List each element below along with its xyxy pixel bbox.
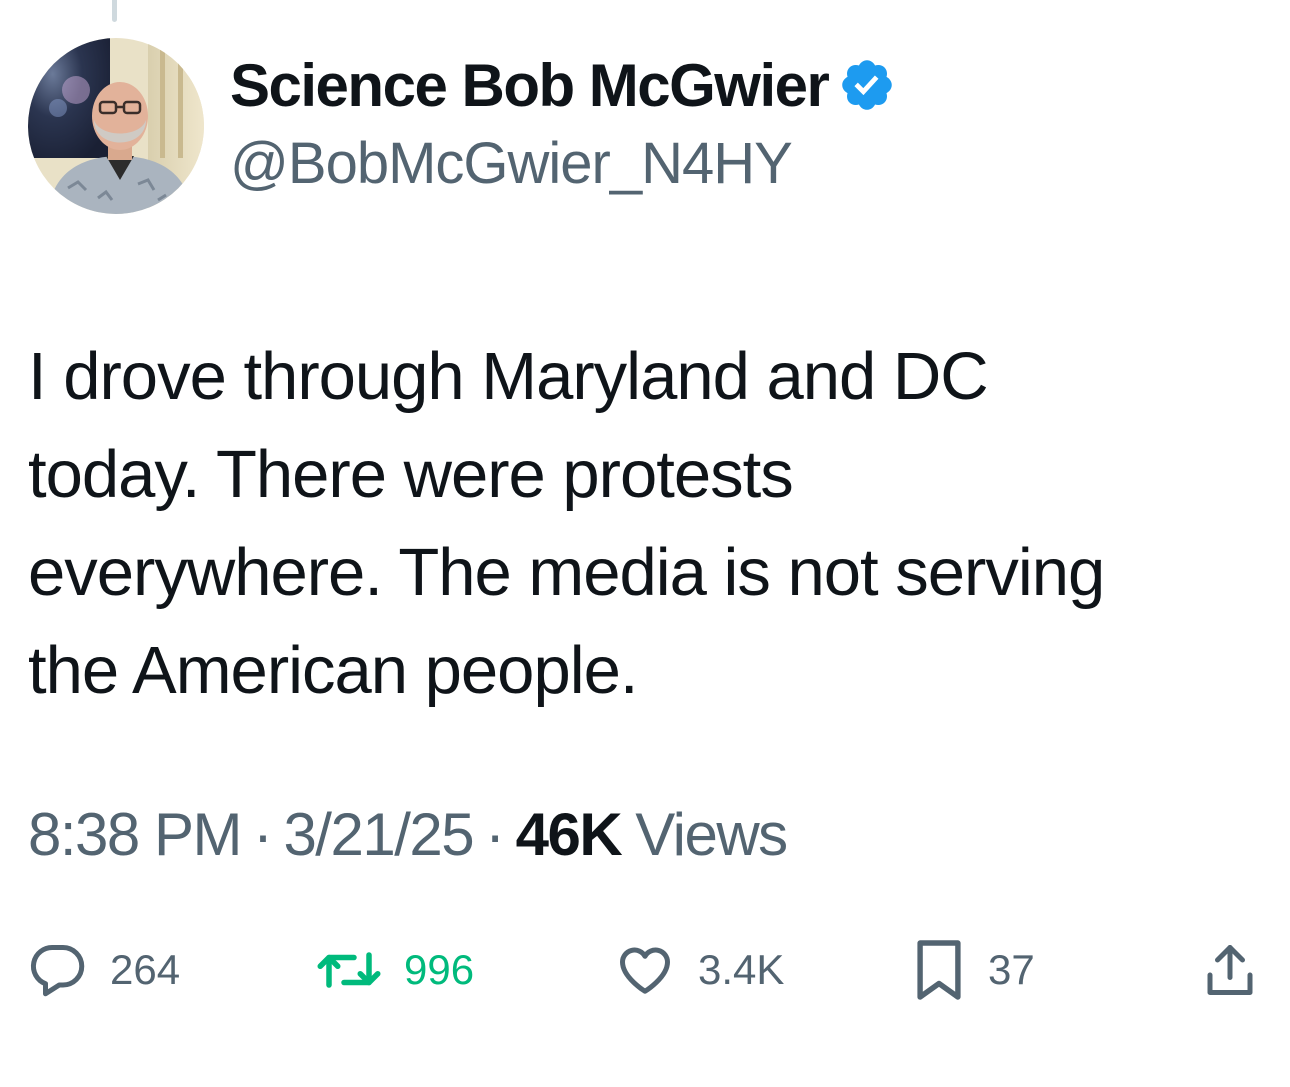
action-bar: 264 996 3.4K 37 bbox=[0, 930, 1290, 1010]
tweet-text-line: I drove through Maryland and DC bbox=[28, 339, 989, 414]
tweet-text-line: the American people. bbox=[28, 633, 638, 708]
meta-separator: · bbox=[252, 801, 273, 868]
meta-separator: · bbox=[485, 801, 505, 868]
display-name[interactable]: Science Bob McGwier bbox=[230, 51, 830, 120]
verified-badge-icon[interactable] bbox=[838, 56, 896, 114]
user-handle[interactable]: @BobMcGwier_N4HY bbox=[230, 130, 896, 197]
tweet-text-line: today. There were protests bbox=[28, 437, 794, 512]
tweet-header: Science Bob McGwier @BobMcGwier_N4HY bbox=[230, 48, 896, 197]
like-button[interactable]: 3.4K bbox=[614, 930, 784, 1010]
like-count: 3.4K bbox=[698, 946, 785, 993]
tweet-text-line: everywhere. The media is not serving bbox=[28, 535, 1105, 610]
reply-icon bbox=[28, 940, 88, 1000]
retweet-count: 996 bbox=[404, 946, 475, 993]
share-button[interactable] bbox=[1200, 930, 1260, 1010]
reply-button[interactable]: 264 bbox=[28, 930, 180, 1010]
retweet-button[interactable]: 996 bbox=[316, 930, 474, 1010]
thread-connector-line bbox=[112, 0, 117, 22]
tweet-body: I drove through Maryland and DC today. T… bbox=[28, 328, 1258, 720]
bookmark-button[interactable]: 37 bbox=[912, 930, 1035, 1010]
bookmark-count: 37 bbox=[988, 946, 1035, 993]
views-count[interactable]: 46K bbox=[516, 800, 623, 869]
avatar-photo-icon bbox=[28, 38, 204, 214]
reply-count: 264 bbox=[110, 946, 181, 993]
share-icon bbox=[1200, 940, 1260, 1000]
name-row: Science Bob McGwier bbox=[230, 48, 896, 122]
tweet-meta: 8:38 PM · 3/21/25 · 46K Views bbox=[28, 800, 788, 869]
bookmark-icon bbox=[912, 937, 966, 1003]
views-label: Views bbox=[635, 801, 788, 868]
retweet-icon bbox=[316, 940, 382, 1000]
heart-icon bbox=[614, 940, 676, 1000]
tweet-time[interactable]: 8:38 PM bbox=[28, 800, 242, 869]
avatar[interactable] bbox=[28, 38, 204, 214]
tweet-date[interactable]: 3/21/25 bbox=[283, 800, 474, 869]
